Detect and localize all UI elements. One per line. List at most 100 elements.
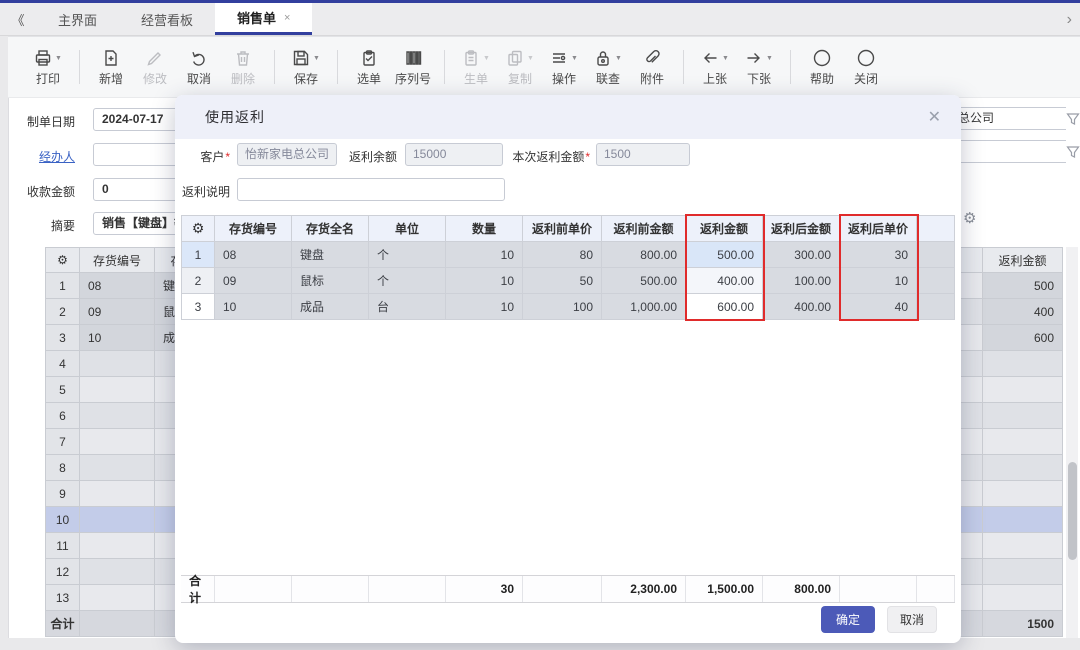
rebate-grid-cell[interactable]: 500.00 bbox=[686, 242, 763, 268]
payment-label: 收款金额 bbox=[5, 183, 75, 200]
row-number-cell[interactable]: 1 bbox=[181, 242, 215, 268]
toolbar-separator bbox=[79, 50, 80, 84]
grid-gear-icon[interactable]: ⚙ bbox=[45, 247, 80, 273]
tab-销售单[interactable]: 销售单× bbox=[215, 3, 312, 35]
table-cell[interactable]: 08 bbox=[80, 273, 155, 299]
table-cell[interactable] bbox=[80, 507, 155, 533]
table-cell[interactable]: 4 bbox=[45, 351, 80, 377]
table-cell[interactable] bbox=[80, 559, 155, 585]
rebate-grid-row[interactable]: 310成品台101001,000.00600.00400.0040 bbox=[181, 294, 955, 320]
table-cell[interactable] bbox=[80, 429, 155, 455]
toolbar-operate-button[interactable]: ▼操作 bbox=[542, 45, 586, 89]
toolbar-serial-button[interactable]: 序列号 bbox=[391, 45, 435, 89]
dropdown-caret-icon[interactable]: ▼ bbox=[766, 55, 773, 62]
grid-gear-icon[interactable]: ⚙ bbox=[181, 215, 215, 242]
toolbar-close-button[interactable]: 关闭 bbox=[844, 45, 888, 89]
rebate-grid-cell[interactable]: 600.00 bbox=[686, 294, 763, 320]
tab-scroll-right-icon[interactable]: › bbox=[1067, 3, 1072, 36]
table-cell[interactable]: 12 bbox=[45, 559, 80, 585]
filter-funnel-icon[interactable] bbox=[1066, 112, 1080, 126]
rebate-grid-row[interactable]: 108键盘个1080800.00500.00300.0030 bbox=[181, 242, 955, 268]
toolbar-link-button[interactable]: ▼联查 bbox=[586, 45, 630, 89]
table-cell[interactable]: 6 bbox=[45, 403, 80, 429]
toolbar-prev-button[interactable]: ▼上张 bbox=[693, 45, 737, 89]
totals-label: 合计 bbox=[181, 576, 215, 602]
toolbar-generate-button: ▼生单 bbox=[454, 45, 498, 89]
table-cell[interactable]: 10 bbox=[80, 325, 155, 351]
table-cell[interactable] bbox=[80, 585, 155, 611]
totals-cell bbox=[917, 576, 955, 602]
dropdown-caret-icon[interactable]: ▼ bbox=[313, 55, 320, 62]
ok-button[interactable]: 确定 bbox=[821, 606, 875, 633]
rebate-note-input[interactable] bbox=[237, 178, 505, 201]
table-cell[interactable]: 500 bbox=[983, 273, 1063, 299]
table-cell[interactable] bbox=[80, 455, 155, 481]
table-cell[interactable] bbox=[983, 455, 1063, 481]
handler-link-label[interactable]: 经办人 bbox=[5, 148, 75, 165]
filter-funnel-icon-2[interactable] bbox=[1066, 145, 1080, 159]
rebate-grid-cell: 50 bbox=[523, 268, 602, 294]
table-cell[interactable] bbox=[983, 507, 1063, 533]
dropdown-caret-icon[interactable]: ▼ bbox=[55, 55, 62, 62]
scrollbar-thumb[interactable] bbox=[1068, 462, 1077, 560]
sidebar-collapse-icon[interactable]: 《 bbox=[0, 3, 36, 35]
toolbar-print-button[interactable]: ▼ 打印 bbox=[26, 45, 70, 89]
rebate-grid-row[interactable]: 209鼠标个1050500.00400.00100.0010 bbox=[181, 268, 955, 294]
table-cell[interactable] bbox=[80, 403, 155, 429]
dropdown-caret-icon[interactable]: ▼ bbox=[527, 55, 534, 62]
grid-settings-gear-icon[interactable]: ⚙ bbox=[963, 209, 976, 227]
rebate-grid-cell: 10 bbox=[446, 294, 523, 320]
tab-经营看板[interactable]: 经营看板 bbox=[119, 3, 215, 35]
table-cell[interactable] bbox=[983, 351, 1063, 377]
rebate-grid-cell[interactable]: 400.00 bbox=[686, 268, 763, 294]
generate-icon bbox=[462, 49, 480, 67]
dialog-titlebar: 使用返利 bbox=[175, 95, 961, 139]
cancel-button[interactable]: 取消 bbox=[887, 606, 937, 633]
rebate-grid-cell: 成品 bbox=[292, 294, 369, 320]
toolbar-button-label: 取消 bbox=[187, 70, 211, 87]
toolbar-add-button[interactable]: 新增 bbox=[89, 45, 133, 89]
dropdown-caret-icon[interactable]: ▼ bbox=[722, 55, 729, 62]
rebate-col-header: 存货全名 bbox=[292, 215, 369, 242]
table-cell[interactable] bbox=[983, 585, 1063, 611]
table-cell[interactable] bbox=[983, 559, 1063, 585]
table-cell[interactable]: 8 bbox=[45, 455, 80, 481]
table-cell[interactable]: 400 bbox=[983, 299, 1063, 325]
toolbar-next-button[interactable]: ▼下张 bbox=[737, 45, 781, 89]
table-cell[interactable] bbox=[983, 481, 1063, 507]
scrollbar-track[interactable] bbox=[1066, 247, 1078, 638]
row-number-cell[interactable]: 2 bbox=[181, 268, 215, 294]
table-cell[interactable]: 3 bbox=[45, 325, 80, 351]
table-cell[interactable]: 10 bbox=[45, 507, 80, 533]
table-cell[interactable] bbox=[80, 351, 155, 377]
table-cell[interactable] bbox=[983, 533, 1063, 559]
table-cell[interactable]: 13 bbox=[45, 585, 80, 611]
table-cell[interactable]: 11 bbox=[45, 533, 80, 559]
table-cell[interactable]: 7 bbox=[45, 429, 80, 455]
toolbar-select-button[interactable]: 选单 bbox=[347, 45, 391, 89]
dialog-close-icon[interactable]: ✕ bbox=[928, 107, 941, 127]
table-cell[interactable]: 2 bbox=[45, 299, 80, 325]
row-number-cell[interactable]: 3 bbox=[181, 294, 215, 320]
table-cell[interactable]: 5 bbox=[45, 377, 80, 403]
table-cell[interactable] bbox=[80, 533, 155, 559]
table-cell[interactable] bbox=[983, 403, 1063, 429]
table-cell[interactable] bbox=[80, 377, 155, 403]
table-cell[interactable] bbox=[983, 377, 1063, 403]
dropdown-caret-icon[interactable]: ▼ bbox=[571, 55, 578, 62]
toolbar-save-button[interactable]: ▼保存 bbox=[284, 45, 328, 89]
toolbar-help-button[interactable]: 帮助 bbox=[800, 45, 844, 89]
table-cell[interactable]: 1 bbox=[45, 273, 80, 299]
tab-主界面[interactable]: 主界面 bbox=[36, 3, 119, 35]
table-cell[interactable] bbox=[983, 429, 1063, 455]
table-cell[interactable]: 600 bbox=[983, 325, 1063, 351]
toolbar-button-label: 打印 bbox=[36, 70, 60, 87]
table-cell[interactable]: 09 bbox=[80, 299, 155, 325]
dropdown-caret-icon[interactable]: ▼ bbox=[615, 55, 622, 62]
toolbar-undo-button[interactable]: 取消 bbox=[177, 45, 221, 89]
table-cell[interactable]: 9 bbox=[45, 481, 80, 507]
toolbar-attach-button[interactable]: 附件 bbox=[630, 45, 674, 89]
tab-close-icon[interactable]: × bbox=[284, 12, 290, 24]
table-cell[interactable] bbox=[80, 481, 155, 507]
dropdown-caret-icon[interactable]: ▼ bbox=[483, 55, 490, 62]
